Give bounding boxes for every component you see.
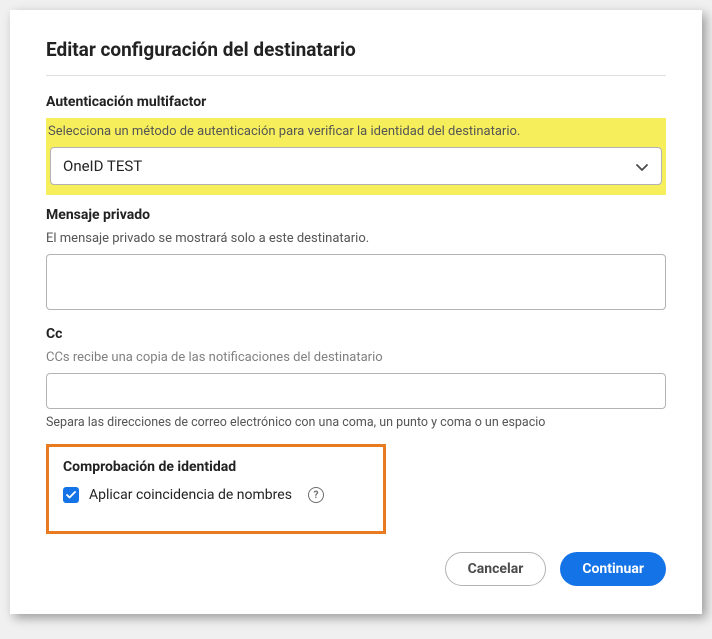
mfa-select[interactable]: OneID TEST bbox=[50, 147, 662, 185]
identity-label: Comprobación de identidad bbox=[63, 459, 369, 475]
help-icon[interactable]: ? bbox=[308, 487, 324, 503]
apply-name-match-checkbox[interactable] bbox=[63, 487, 79, 503]
private-message-input[interactable] bbox=[46, 254, 666, 310]
mfa-hint: Selecciona un método de autenticación pa… bbox=[48, 124, 664, 139]
cc-hint: CCs recibe una copia de las notificacion… bbox=[46, 350, 666, 365]
edit-recipient-settings-dialog: Editar configuración del destinatario Au… bbox=[10, 10, 702, 614]
apply-name-match-label: Aplicar coincidencia de nombres bbox=[89, 487, 292, 503]
identity-checkbox-row: Aplicar coincidencia de nombres ? bbox=[63, 487, 369, 503]
dialog-button-row: Cancelar Continuar bbox=[46, 552, 666, 586]
cc-below-hint: Separa las direcciones de correo electró… bbox=[46, 415, 666, 430]
mfa-highlight: Selecciona un método de autenticación pa… bbox=[46, 118, 666, 195]
mfa-select-wrap: OneID TEST bbox=[50, 147, 662, 185]
private-message-hint: El mensaje privado se mostrará solo a es… bbox=[46, 231, 666, 246]
dialog-title: Editar configuración del destinatario bbox=[46, 38, 666, 76]
cc-input[interactable] bbox=[46, 373, 666, 409]
mfa-selected-value: OneID TEST bbox=[63, 157, 142, 175]
private-message-section: Mensaje privado El mensaje privado se mo… bbox=[46, 207, 666, 314]
cc-label: Cc bbox=[46, 326, 666, 342]
private-message-label: Mensaje privado bbox=[46, 207, 666, 223]
cc-section: Cc CCs recibe una copia de las notificac… bbox=[46, 326, 666, 430]
mfa-section: Autenticación multifactor Selecciona un … bbox=[46, 94, 666, 195]
identity-check-section: Comprobación de identidad Aplicar coinci… bbox=[46, 444, 386, 534]
cancel-button[interactable]: Cancelar bbox=[445, 552, 547, 586]
mfa-label: Autenticación multifactor bbox=[46, 94, 666, 110]
continue-button[interactable]: Continuar bbox=[560, 552, 666, 586]
